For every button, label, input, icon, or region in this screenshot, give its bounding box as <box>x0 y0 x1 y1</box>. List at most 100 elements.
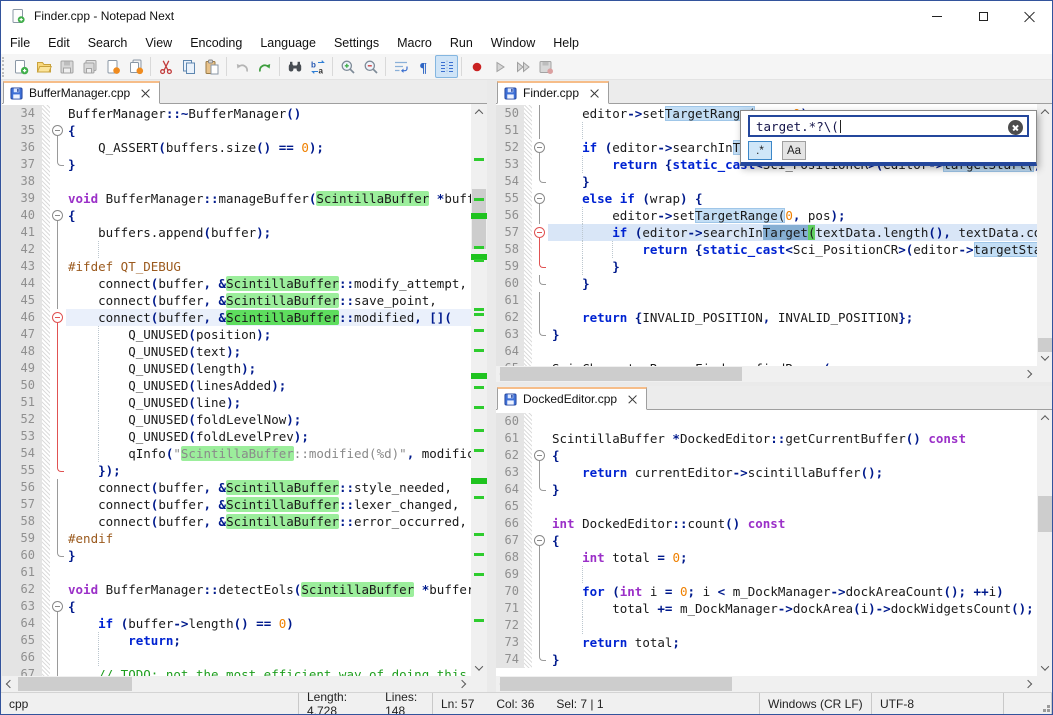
code-line[interactable]: 36 Q_ASSERT(buffers.size() == 0); <box>2 139 471 156</box>
horizontal-scrollbar[interactable] <box>496 366 1036 382</box>
scroll-right-arrow[interactable] <box>1020 676 1036 692</box>
toolbar-button-word-wrap[interactable] <box>389 55 412 78</box>
toolbar-button-play-macro[interactable] <box>488 55 511 78</box>
menu-item-search[interactable]: Search <box>79 33 137 53</box>
close-button[interactable] <box>1006 1 1052 31</box>
toolbar-button-redo[interactable] <box>253 55 276 78</box>
toolbar-button-zoom-in[interactable] <box>336 55 359 78</box>
code-line[interactable]: 71 total += m_DockManager->dockArea(i)->… <box>496 600 1037 617</box>
code-line[interactable]: 58 connect(buffer, &ScintillaBuffer::err… <box>2 513 471 530</box>
tab-dockededitor-cpp[interactable]: DockedEditor.cpp <box>497 387 648 410</box>
menu-item-window[interactable]: Window <box>482 33 544 53</box>
status-eol-format[interactable]: Windows (CR LF) <box>760 693 872 714</box>
code-line[interactable]: 66 <box>2 649 471 666</box>
fold-collapse-marker[interactable] <box>50 207 66 224</box>
code-line[interactable]: 39 void BufferManager::manageBuffer(Scint… <box>2 190 471 207</box>
toolbar-button-copy[interactable] <box>177 55 200 78</box>
scrollbar-thumb[interactable] <box>500 367 742 381</box>
menu-item-encoding[interactable]: Encoding <box>181 33 251 53</box>
title-bar[interactable]: Finder.cpp - Notepad Next <box>1 1 1052 31</box>
code-line[interactable]: 52 Q_UNUSED(foldLevelNow); <box>2 411 471 428</box>
code-line[interactable]: 58 return {static_cast<Sci_PositionCR>(e… <box>496 241 1037 258</box>
match-case-toggle-button[interactable]: Aa <box>782 141 807 160</box>
code-line[interactable]: 54 qInfo("ScintillaBuffer::modified(%d)"… <box>2 445 471 462</box>
scrollbar-thumb[interactable] <box>500 677 732 691</box>
code-line[interactable]: 66 int DockedEditor::count() const <box>496 515 1037 532</box>
code-line[interactable]: 55 else if (wrap) { <box>496 190 1037 207</box>
regex-toggle-button[interactable]: .* <box>748 141 772 160</box>
code-line[interactable]: 34 BufferManager::~BufferManager() <box>2 105 471 122</box>
code-line[interactable]: 56 editor->setTargetRange(0, pos); <box>496 207 1037 224</box>
toolbar-button-save-all[interactable] <box>78 55 101 78</box>
search-input[interactable]: target.*?\( <box>748 115 1029 137</box>
code-line[interactable]: 67 { <box>496 532 1037 549</box>
minimize-button[interactable] <box>914 1 960 31</box>
vertical-scrollbar[interactable] <box>1037 104 1052 366</box>
toolbar-button-run-macro-multiple[interactable] <box>511 55 534 78</box>
code-line[interactable]: 59 } <box>496 258 1037 275</box>
code-line[interactable]: 61 <box>496 292 1037 309</box>
code-line[interactable]: 72 <box>496 617 1037 634</box>
toolbar-button-close-document[interactable] <box>101 55 124 78</box>
scroll-down-arrow[interactable] <box>1037 350 1052 366</box>
fold-collapse-marker[interactable] <box>532 447 548 464</box>
code-line[interactable]: 74} <box>496 651 1037 668</box>
fold-collapse-marker[interactable] <box>532 139 548 156</box>
code-line[interactable]: 62 { <box>496 447 1037 464</box>
fold-collapse-marker[interactable] <box>50 309 66 326</box>
toolbar-button-record-macro[interactable] <box>465 55 488 78</box>
scroll-right-arrow[interactable] <box>1020 366 1036 382</box>
fold-collapse-marker[interactable] <box>532 190 548 207</box>
menu-item-view[interactable]: View <box>136 33 181 53</box>
code-line[interactable]: 35 { <box>2 122 471 139</box>
fold-collapse-marker[interactable] <box>532 224 548 241</box>
status-cursor-position[interactable]: Ln: 57 Col: 36 Sel: 7 | 1 <box>433 693 760 714</box>
code-line[interactable]: 51 Q_UNUSED(line); <box>2 394 471 411</box>
code-line[interactable]: 46 connect(buffer, &ScintillaBuffer::mod… <box>2 309 471 326</box>
code-line[interactable]: 64} <box>496 481 1037 498</box>
editor[interactable]: 60 61 ScintillaBuffer *DockedEditor::getCu… <box>496 410 1037 676</box>
toolbar-button-save[interactable] <box>55 55 78 78</box>
code-line[interactable]: 60 <box>496 413 1037 430</box>
code-line[interactable]: 53 Q_UNUSED(foldLevelPrev); <box>2 428 471 445</box>
code-line[interactable]: 37} <box>2 156 471 173</box>
tab-buffermanager-cpp[interactable]: BufferManager.cpp <box>3 81 161 104</box>
menu-item-language[interactable]: Language <box>251 33 325 53</box>
code-line[interactable]: 69 <box>496 566 1037 583</box>
code-line[interactable]: 70 for (int i = 0; i < m_DockManager->do… <box>496 583 1037 600</box>
toolbar-button-open-file[interactable] <box>32 55 55 78</box>
tab-close-icon[interactable] <box>627 394 638 405</box>
scroll-left-arrow[interactable] <box>2 676 18 692</box>
menu-item-edit[interactable]: Edit <box>39 33 79 53</box>
menu-item-file[interactable]: File <box>1 33 39 53</box>
code-line[interactable]: 57 connect(buffer, &ScintillaBuffer::lex… <box>2 496 471 513</box>
code-line[interactable]: 64 if (buffer->length() == 0) <box>2 615 471 632</box>
toolbar-button-cut[interactable] <box>154 55 177 78</box>
scrollbar-thumb[interactable] <box>1038 496 1052 532</box>
code-line[interactable]: 45 connect(buffer, &ScintillaBuffer::sav… <box>2 292 471 309</box>
code-line[interactable]: 48 Q_UNUSED(text); <box>2 343 471 360</box>
code-line[interactable]: 55 }); <box>2 462 471 479</box>
scrollbar-thumb[interactable] <box>18 677 132 691</box>
tab-close-icon[interactable] <box>140 88 151 99</box>
code-line[interactable]: 43 #ifdef QT_DEBUG <box>2 258 471 275</box>
status-encoding[interactable]: UTF-8 <box>872 693 1004 714</box>
menu-item-run[interactable]: Run <box>441 33 482 53</box>
code-line[interactable]: 62 void BufferManager::detectEols(Scintil… <box>2 581 471 598</box>
toolbar-button-replace[interactable]: ba <box>306 55 329 78</box>
code-line[interactable]: 65 <box>496 498 1037 515</box>
menu-item-help[interactable]: Help <box>544 33 588 53</box>
toolbar-button-paste[interactable] <box>200 55 223 78</box>
code-line[interactable]: 60} <box>2 547 471 564</box>
code-line[interactable]: 63 { <box>2 598 471 615</box>
vertical-scrollbar[interactable] <box>471 104 487 676</box>
code-line[interactable]: 44 connect(buffer, &ScintillaBuffer::mod… <box>2 275 471 292</box>
code-line[interactable]: 57 if (editor->searchInTarget(textData.l… <box>496 224 1037 241</box>
toolbar-button-find[interactable] <box>283 55 306 78</box>
toolbar-button-show-all-characters[interactable]: ¶ <box>412 55 435 78</box>
toolbar-button-indentation-guides[interactable] <box>435 55 458 78</box>
code-line[interactable]: 64 <box>496 343 1037 360</box>
clear-search-icon[interactable] <box>1008 120 1023 135</box>
code-line[interactable]: 54 } <box>496 173 1037 190</box>
scroll-down-arrow[interactable] <box>1037 660 1052 676</box>
